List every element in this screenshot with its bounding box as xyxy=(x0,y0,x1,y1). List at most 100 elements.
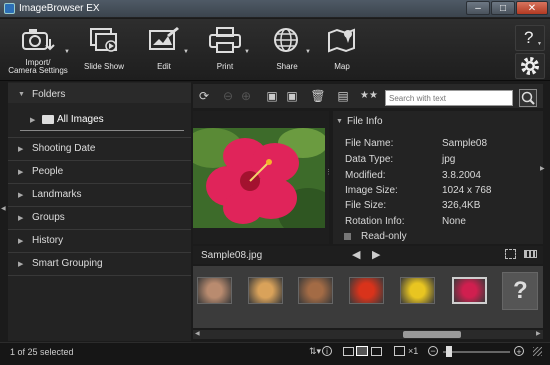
print-label: Print xyxy=(216,62,234,71)
preview-view-icon[interactable] xyxy=(356,346,368,356)
triangle-right-icon: ▶ xyxy=(18,261,24,268)
search-button[interactable] xyxy=(519,89,537,107)
sidebar-item-smart-grouping[interactable]: ▶ Smart Grouping xyxy=(8,254,191,274)
thumbnail[interactable] xyxy=(298,277,333,304)
help-button[interactable]: ? ▼ xyxy=(515,25,545,51)
zoom-out-icon[interactable]: − xyxy=(428,346,438,356)
share-button[interactable]: Share ▼ xyxy=(258,19,316,81)
data-type-label: Data Type: xyxy=(345,154,394,165)
preview-image[interactable] xyxy=(183,128,338,238)
file-info-title: File Info xyxy=(347,116,383,127)
slide-show-label: Slide Show xyxy=(83,62,125,71)
search-input[interactable] xyxy=(385,90,513,106)
sort-order-icon[interactable]: ⇅▾ xyxy=(309,346,321,357)
sidebar-item-landmarks[interactable]: ▶ Landmarks xyxy=(8,185,191,205)
thumbnail[interactable] xyxy=(349,277,384,304)
rotate-right-icon[interactable]: ▣ xyxy=(284,88,300,104)
list-view-icon[interactable] xyxy=(371,347,382,356)
printer-icon xyxy=(209,27,241,53)
divider xyxy=(8,229,191,230)
slideshow-icon xyxy=(90,28,117,52)
file-size-value: 326,4KB xyxy=(442,200,481,211)
splitter-handle[interactable]: ⋮ xyxy=(325,168,332,176)
info-icon[interactable]: i xyxy=(322,346,332,356)
edit-button[interactable]: Edit ▼ xyxy=(136,19,192,81)
folders-label: Folders xyxy=(32,89,66,100)
divider xyxy=(8,137,191,138)
maximize-button[interactable]: □ xyxy=(491,1,515,15)
close-button[interactable]: ✕ xyxy=(516,1,548,15)
window-title: ImageBrowser EX xyxy=(19,3,100,14)
map-button[interactable]: Map xyxy=(318,19,366,81)
filmstrip-view-icon[interactable] xyxy=(524,250,537,258)
minimize-button[interactable]: – xyxy=(466,1,490,15)
previous-image-icon[interactable]: ◀ xyxy=(352,248,360,261)
zoom-slider[interactable] xyxy=(443,351,510,353)
scrollbar-thumb[interactable] xyxy=(403,331,461,338)
readonly-checkbox[interactable] xyxy=(344,233,351,240)
file-name-value: Sample08 xyxy=(442,138,488,149)
collapse-left-icon[interactable]: ◀ xyxy=(1,205,6,212)
forward-icon[interactable]: ⊕ xyxy=(238,88,254,104)
rotation-info-value: None xyxy=(442,216,466,227)
thumbnail[interactable] xyxy=(248,277,283,304)
help-question-icon: ? xyxy=(524,28,534,47)
divider xyxy=(8,275,191,276)
grid-view-icon[interactable] xyxy=(343,347,354,356)
zoom-fit-icon[interactable] xyxy=(394,346,405,356)
import-camera-settings-button[interactable]: Import/Camera Settings ▼ xyxy=(2,19,74,81)
resize-grip-icon[interactable] xyxy=(533,347,542,356)
print-button[interactable]: Print ▼ xyxy=(196,19,254,81)
divider xyxy=(8,160,191,161)
gear-icon xyxy=(521,57,539,75)
thumbnail-selected[interactable] xyxy=(452,277,487,304)
sidebar-item-shooting-date[interactable]: ▶ Shooting Date xyxy=(8,139,191,159)
modified-label: Modified: xyxy=(345,170,386,181)
divider xyxy=(8,206,191,207)
slide-show-button[interactable]: Slide Show xyxy=(80,19,128,81)
zoom-slider-handle[interactable] xyxy=(446,346,452,357)
triangle-down-icon: ▼ xyxy=(336,118,343,125)
zoom-level: ×1 xyxy=(408,346,419,356)
sidebar-item-history[interactable]: ▶ History xyxy=(8,231,191,251)
sort-icon[interactable]: ▤ xyxy=(335,88,351,104)
triangle-right-icon: ▶ xyxy=(18,169,24,176)
share-label: Share xyxy=(276,62,298,71)
scroll-left-icon[interactable]: ◀ xyxy=(195,330,200,337)
file-name-label: File Name: xyxy=(345,138,394,149)
rating-icon[interactable]: ★★ xyxy=(360,88,378,104)
sidebar-item-label: History xyxy=(32,235,64,246)
back-icon[interactable]: ⊖ xyxy=(220,88,236,104)
scroll-right-icon[interactable]: ▶ xyxy=(536,330,541,337)
thumbnail[interactable] xyxy=(400,277,435,304)
sidebar-item-label: Smart Grouping xyxy=(32,258,103,269)
thumbnail-scrollbar[interactable] xyxy=(193,330,543,339)
preview-filename: Sample08.jpg xyxy=(201,250,263,261)
camera-import-icon xyxy=(22,29,55,51)
images-icon xyxy=(42,115,54,124)
chevron-down-icon: ▼ xyxy=(537,41,542,47)
chevron-down-icon: ▼ xyxy=(244,49,250,55)
settings-button[interactable] xyxy=(515,53,545,79)
thumbnail[interactable] xyxy=(197,277,232,304)
collapse-right-icon[interactable]: ▶ xyxy=(540,165,545,172)
folder-all-images[interactable]: ▶ All Images xyxy=(18,113,178,129)
trash-icon[interactable]: 🗑 xyxy=(310,88,326,104)
sidebar-item-groups[interactable]: ▶ Groups xyxy=(8,208,191,228)
globe-icon xyxy=(274,28,298,52)
thumbnail-placeholder[interactable]: ? xyxy=(502,272,538,310)
chevron-down-icon: ▼ xyxy=(305,49,311,55)
refresh-icon[interactable]: ⟳ xyxy=(196,88,212,104)
fit-view-icon[interactable] xyxy=(505,249,516,259)
triangle-down-icon: ▼ xyxy=(18,91,25,98)
zoom-in-icon[interactable]: + xyxy=(514,346,524,357)
file-info-header[interactable]: ▼ File Info xyxy=(333,113,543,131)
app-icon xyxy=(4,3,15,14)
next-image-icon[interactable]: ▶ xyxy=(372,248,380,261)
map-label: Map xyxy=(334,62,350,71)
all-images-label: All Images xyxy=(57,114,104,125)
sidebar-item-label: Groups xyxy=(32,212,65,223)
sidebar-item-people[interactable]: ▶ People xyxy=(8,162,191,182)
triangle-right-icon: ▶ xyxy=(18,146,24,153)
rotate-left-icon[interactable]: ▣ xyxy=(264,88,280,104)
